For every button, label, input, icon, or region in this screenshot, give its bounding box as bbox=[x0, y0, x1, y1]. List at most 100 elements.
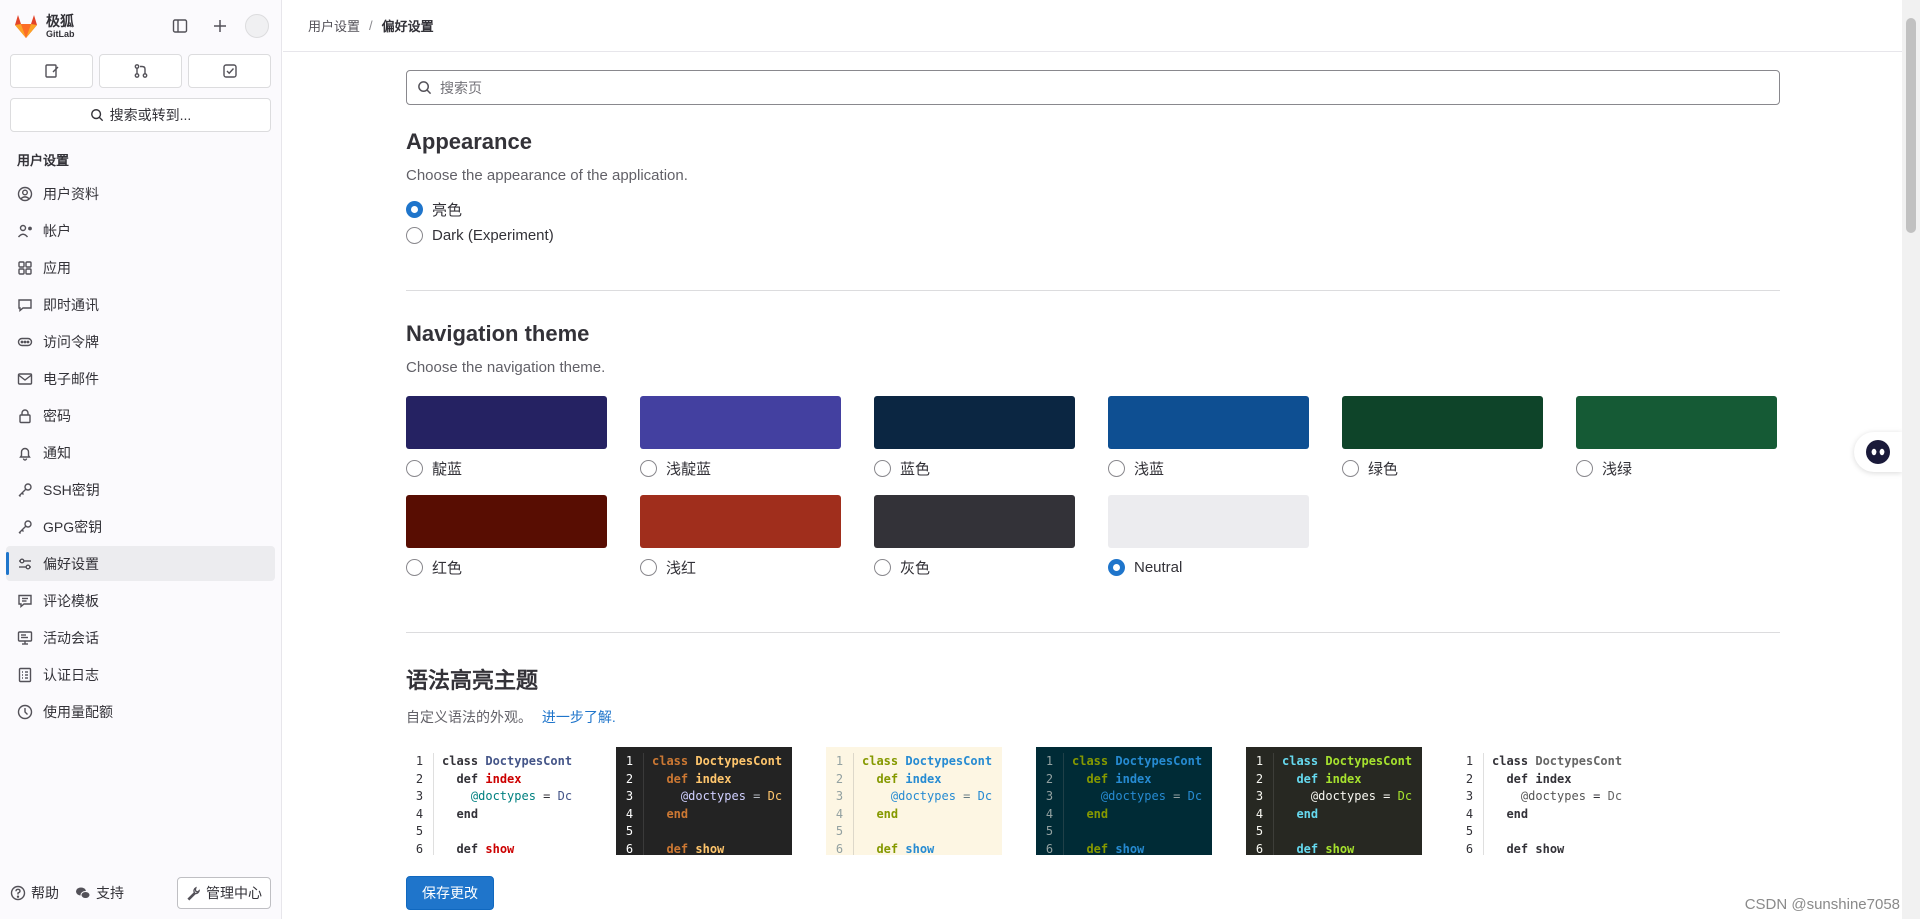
appearance-section: Appearance Choose the appearance of the … bbox=[406, 129, 1780, 291]
appearance-radio[interactable] bbox=[406, 226, 423, 244]
navigation-theme-option[interactable]: 红色 bbox=[406, 495, 607, 580]
sidebar-item[interactable]: 用户资料 bbox=[6, 176, 275, 211]
help-label: 帮助 bbox=[31, 885, 59, 901]
theme-radio[interactable] bbox=[874, 558, 891, 576]
scrollbar-thumb[interactable] bbox=[1906, 18, 1916, 233]
sidebar-item[interactable]: 帐户 bbox=[6, 213, 275, 248]
admin-area-button[interactable]: 管理中心 bbox=[177, 877, 271, 909]
theme-color-swatch[interactable] bbox=[406, 396, 607, 449]
page-scrollbar[interactable] bbox=[1902, 0, 1920, 919]
navigation-theme-option[interactable]: 浅蓝 bbox=[1108, 396, 1309, 481]
navigation-theme-option[interactable]: 靛蓝 bbox=[406, 396, 607, 481]
theme-label: 浅绿 bbox=[1602, 460, 1633, 478]
theme-radio[interactable] bbox=[874, 459, 891, 477]
sidebar-item-label: 密码 bbox=[43, 407, 71, 424]
breadcrumb-parent-link[interactable]: 用户设置 bbox=[308, 16, 360, 35]
save-changes-button[interactable]: 保存更改 bbox=[406, 876, 494, 910]
navigation-theme-option[interactable]: 蓝色 bbox=[874, 396, 1075, 481]
syntax-theme-preview[interactable]: 1 2 3 4 5 6 class DoctypesCont def index @doct… bbox=[826, 747, 1002, 855]
sidebar-footer: 帮助 支持 管理中心 bbox=[10, 877, 271, 909]
bell-icon bbox=[19, 447, 31, 461]
key-icon bbox=[18, 482, 32, 497]
theme-color-swatch[interactable] bbox=[874, 396, 1075, 449]
fox-logo-icon bbox=[15, 15, 37, 38]
section-divider bbox=[406, 290, 1780, 291]
gitlab-logo[interactable]: 极狐 GitLab bbox=[12, 13, 75, 39]
todo-list-button[interactable] bbox=[188, 54, 271, 88]
theme-color-swatch[interactable] bbox=[1576, 396, 1777, 449]
theme-radio[interactable] bbox=[640, 459, 657, 477]
toggle-sidebar-button[interactable] bbox=[165, 11, 195, 41]
sidebar-counters bbox=[0, 54, 281, 88]
appearance-title: Appearance bbox=[406, 129, 532, 154]
theme-radio[interactable] bbox=[1108, 459, 1125, 477]
sidebar-item[interactable]: 电子邮件 bbox=[6, 361, 275, 396]
sidebar-nav: 用户资料 帐户 应用 即时通讯 访问令牌 电子邮件密码通知 SSH密钥 GPG密钥 偏好设置 评论… bbox=[0, 176, 281, 729]
navigation-theme-option[interactable]: 浅绿 bbox=[1576, 396, 1777, 481]
support-button[interactable]: 支持 bbox=[75, 883, 124, 903]
syntax-theme-preview[interactable]: 1 2 3 4 5 6 class DoctypesCont def index @doct… bbox=[406, 747, 582, 855]
sidebar-item[interactable]: 应用 bbox=[6, 250, 275, 285]
code-line: class DoctypesCont bbox=[652, 754, 783, 768]
sidebar-item[interactable]: 偏好设置 bbox=[6, 546, 275, 581]
sidebar-item[interactable]: 即时通讯 bbox=[6, 287, 275, 322]
navigation-theme-option[interactable]: 灰色 bbox=[874, 495, 1075, 580]
sidebar-item[interactable]: 访问令牌 bbox=[6, 324, 275, 359]
theme-color-swatch[interactable] bbox=[640, 495, 841, 548]
syntax-highlighting-section: 语法高亮主题 自定义语法的外观。 进一步了解. 1 2 3 4 5 6 class Doct… bbox=[406, 663, 1780, 855]
theme-label: 红色 bbox=[432, 559, 463, 577]
theme-color-swatch[interactable] bbox=[1108, 495, 1309, 548]
sidebar-item[interactable]: 通知 bbox=[6, 435, 275, 470]
navigation-theme-option[interactable]: 浅红 bbox=[640, 495, 841, 580]
help-button[interactable]: 帮助 bbox=[10, 883, 59, 903]
settings-search-input[interactable]: 搜索页 bbox=[406, 70, 1780, 105]
appearance-radio[interactable] bbox=[406, 200, 423, 218]
code-line: def index bbox=[876, 771, 942, 786]
theme-radio[interactable] bbox=[406, 459, 423, 477]
assistant-widget[interactable] bbox=[1854, 432, 1902, 472]
assigned-issues-button[interactable] bbox=[10, 54, 93, 88]
theme-radio[interactable] bbox=[1342, 459, 1359, 477]
sidebar-item[interactable]: GPG密钥 bbox=[6, 509, 275, 544]
theme-color-swatch[interactable] bbox=[406, 495, 607, 548]
sidebar-item[interactable]: SSH密钥 bbox=[6, 472, 275, 507]
theme-color-swatch[interactable] bbox=[1342, 396, 1543, 449]
syntax-theme-preview[interactable]: 1 2 3 4 5 6 class DoctypesCont def index @doct… bbox=[1456, 747, 1632, 855]
theme-radio[interactable] bbox=[640, 558, 657, 576]
sidebar-item[interactable]: 认证日志 bbox=[6, 657, 275, 692]
theme-color-swatch[interactable] bbox=[1108, 396, 1309, 449]
user-avatar[interactable] bbox=[245, 14, 269, 38]
navigation-theme-option[interactable]: Neutral bbox=[1108, 495, 1309, 580]
create-new-button[interactable] bbox=[205, 11, 235, 41]
theme-color-swatch[interactable] bbox=[874, 495, 1075, 548]
theme-radio[interactable] bbox=[406, 558, 423, 576]
learn-more-link[interactable]: 进一步了解. bbox=[542, 709, 616, 725]
syntax-theme-preview[interactable]: 1 2 3 4 5 6 class DoctypesCont def index @doct… bbox=[1036, 747, 1212, 855]
appearance-option[interactable]: 亮色 bbox=[406, 196, 1780, 222]
navigation-theme-section: Navigation theme Choose the navigation t… bbox=[406, 321, 1780, 633]
theme-radio[interactable] bbox=[1576, 459, 1593, 477]
syntax-theme-preview[interactable]: 1 2 3 4 5 6 class DoctypesCont def index @doct… bbox=[1246, 747, 1422, 855]
sidebar-item[interactable]: 活动会话 bbox=[6, 620, 275, 655]
theme-radio[interactable] bbox=[1108, 558, 1125, 576]
code-line: def index bbox=[1506, 771, 1572, 786]
theme-color-swatch[interactable] bbox=[640, 396, 841, 449]
appearance-option-label: 亮色 bbox=[432, 201, 463, 219]
merge-requests-button[interactable] bbox=[99, 54, 182, 88]
comment-icon bbox=[18, 594, 32, 608]
navigation-theme-option[interactable]: 浅靛蓝 bbox=[640, 396, 841, 481]
line-number: 5 bbox=[1045, 824, 1054, 839]
syntax-theme-preview[interactable]: 1 2 3 4 5 6 class DoctypesCont def index @doct… bbox=[616, 747, 792, 855]
sidebar-search-button[interactable]: 搜索或转到... bbox=[10, 98, 271, 132]
sidebar-item[interactable]: 评论模板 bbox=[6, 583, 275, 618]
navigation-theme-option[interactable]: 绿色 bbox=[1342, 396, 1543, 481]
line-number: 5 bbox=[625, 824, 634, 839]
sidebar: 极狐 GitLab 搜索或转到... 用户设置 用户资料 帐户 应用 即时通讯 … bbox=[0, 0, 282, 919]
line-number: 3 bbox=[1255, 789, 1264, 804]
sidebar-item[interactable]: 密码 bbox=[6, 398, 275, 433]
sidebar-item[interactable]: 使用量配额 bbox=[6, 694, 275, 729]
appearance-option[interactable]: Dark (Experiment) bbox=[406, 222, 1780, 248]
code-line: @doctypes = Dc bbox=[470, 789, 573, 804]
